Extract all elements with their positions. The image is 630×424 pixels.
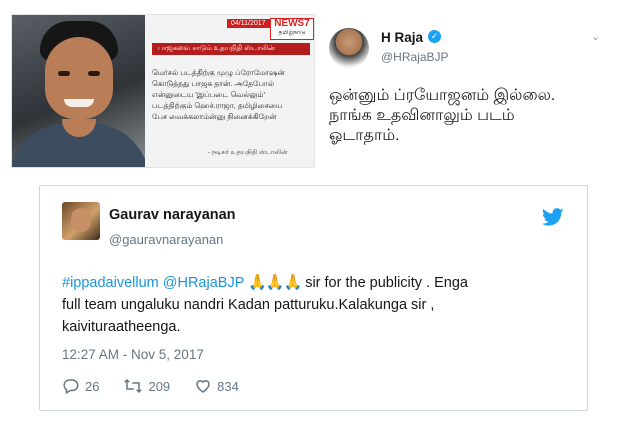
chevron-down-icon[interactable]: ⌄ (591, 30, 600, 43)
tweet-timestamp[interactable]: 12:27 AM - Nov 5, 2017 (62, 347, 204, 362)
author-handle[interactable]: @gauravnarayanan (109, 232, 223, 247)
retweet-button[interactable]: 209 (123, 377, 170, 395)
heart-icon (196, 380, 210, 393)
retweet-icon (124, 378, 143, 394)
news-quote-line: படத்திற்கும் ஹெச்.ராஜா, தமிழிசையை (152, 101, 283, 110)
news-date: 04/11/2017 (227, 19, 270, 28)
like-button[interactable]: 834 (194, 377, 239, 395)
news-quote-line: என்னுடைய 'இப்படை வெல்லும்' (152, 90, 265, 99)
tweet-text: ஒன்னும் ப்ரயோஜனம் இல்லை. நாங்க உதவினாலும… (329, 86, 609, 146)
hraja-tweet: H Raja ✓ @HRajaBJP ⌄ ஒன்னும் ப்ரயோஜனம் இ… (317, 14, 612, 166)
mention-link[interactable]: @HRajaBJP (163, 275, 244, 291)
tweet-text-line: full team ungaluku nandri Kadan patturuk… (62, 297, 435, 313)
news-channel-logo: NEWS7 தமிழ்நாடு (270, 18, 314, 40)
reply-icon (63, 379, 79, 395)
news-quote-line: மெர்சல் படத்திற்கு முழு ப்ரோமோஷன் (152, 68, 285, 77)
tweet-text-segment: sir for the publicity . Enga (301, 275, 468, 291)
news-card: 04/11/2017 NEWS7 தமிழ்நாடு பாஜகவை சாடும்… (11, 14, 315, 168)
tweet-text-line: ஓடாதாம். (329, 127, 400, 144)
folded-hands-icon: 🙏🙏🙏 (248, 274, 302, 291)
like-count: 834 (217, 378, 239, 394)
news-logo-sub: தமிழ்நாடு (278, 30, 306, 36)
author-handle[interactable]: @HRajaBJP (381, 50, 449, 64)
hashtag-link[interactable]: #ippadaivellum (62, 275, 159, 291)
avatar[interactable] (329, 28, 369, 68)
avatar[interactable] (62, 202, 100, 240)
reply-button[interactable]: 26 (62, 377, 99, 395)
news-quote-line: கொடுத்தது பாஜக தான். அதேபோல் (152, 79, 275, 88)
retweet-count: 209 (148, 378, 171, 394)
author-name[interactable]: H Raja (381, 30, 423, 45)
news-quote: மெர்சல் படத்திற்கு முழு ப்ரோமோஷன் கொடுத்… (152, 67, 310, 122)
reply-count: 26 (85, 378, 100, 394)
news-signature: - நடிகர் உதயநிதி ஸ்டாலின் (208, 149, 288, 156)
tweet-actions: 26 209 834 (62, 376, 263, 396)
tweet-text-line: ஒன்னும் ப்ரயோஜனம் இல்லை. (329, 87, 556, 104)
tweet-text: #ippadaivellum @HRajaBJP 🙏🙏🙏 sir for the… (62, 272, 572, 338)
tweet-text-line: நாங்க உதவினாலும் படம் (329, 107, 515, 124)
embedded-tweet: Gaurav narayanan @gauravnarayanan #ippad… (39, 185, 588, 411)
news-quote-line: பேச வைக்கலாம்ன்னு நினைக்கிறேன் (152, 112, 277, 121)
news-headline: பாஜகவை சாடும் உதயநிதி ஸ்டாலின் (152, 43, 310, 55)
author-name[interactable]: Gaurav narayanan (109, 207, 236, 223)
news-logo-main: NEWS7 (274, 18, 310, 29)
tweet-text-line: kaivituraatheenga. (62, 319, 181, 335)
twitter-bird-icon[interactable] (542, 206, 564, 228)
person-photo (12, 15, 145, 167)
verified-badge-icon: ✓ (428, 30, 441, 43)
